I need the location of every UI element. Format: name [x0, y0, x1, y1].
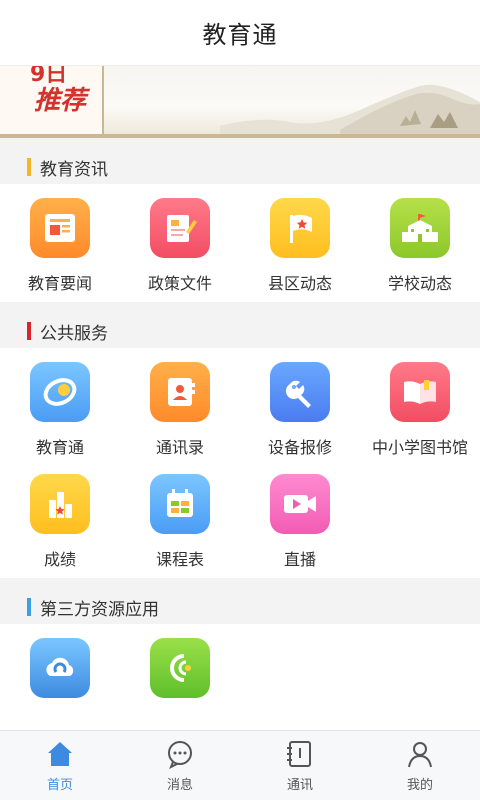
menu-item-label: 中小学图书馆 [371, 438, 468, 457]
video-camera-icon [270, 474, 330, 534]
section-title: 公共服务 [40, 323, 108, 344]
menu-item-label: 县区动态 [267, 274, 332, 293]
mountain-landscape-illustration [220, 84, 480, 134]
badge-text: 推荐 [34, 86, 87, 116]
menu-item-label: 学校动态 [387, 274, 452, 293]
menu-item-label: 直播 [283, 550, 316, 569]
section-title: 第三方资源应用 [40, 599, 159, 620]
cloud-app-icon [30, 638, 90, 698]
tab-label: 通讯 [286, 778, 313, 793]
message-icon [168, 741, 192, 769]
page-title: 教育通 [202, 21, 278, 49]
recommend-banner[interactable]: 9日 推荐 [0, 66, 480, 138]
menu-item-live[interactable]: 直播 [240, 466, 360, 578]
menu-item-green-app[interactable] [120, 630, 240, 742]
tab-home[interactable]: 首页 [0, 731, 120, 800]
menu-item-label: 通讯录 [155, 438, 204, 457]
bottom-tab-bar: 首页 消息 通讯 我的 [0, 730, 480, 800]
menu-item-county-updates[interactable]: 县区动态 [240, 190, 360, 302]
section-header-public-services: 公共服务 [0, 314, 480, 348]
section-accent-bar [27, 598, 31, 616]
school-building-icon [390, 198, 450, 258]
document-pen-icon [150, 198, 210, 258]
menu-item-school-updates[interactable]: 学校动态 [360, 190, 480, 302]
menu-item-label: 课程表 [155, 550, 204, 569]
calendar-grid-icon [150, 474, 210, 534]
menu-item-equipment-repair[interactable]: 设备报修 [240, 354, 360, 466]
newspaper-icon [30, 198, 90, 258]
section-gap [0, 302, 480, 314]
section-header-news: 教育资讯 [0, 150, 480, 184]
menu-item-education-news[interactable]: 教育要闻 [0, 190, 120, 302]
menu-item-timetable[interactable]: 课程表 [120, 466, 240, 578]
services-grid: 教育通 通讯录 设备报修 中小学图书馆 成绩 课程表 直播 [0, 348, 480, 578]
section-gap [0, 138, 480, 150]
tab-label: 我的 [406, 778, 433, 793]
menu-item-label: 政策文件 [147, 274, 212, 293]
open-book-icon [390, 362, 450, 422]
menu-item-label: 教育要闻 [27, 274, 92, 293]
menu-item-label: 设备报修 [267, 438, 332, 457]
tab-contacts[interactable]: 通讯 [240, 731, 360, 800]
app-header: 教育通 [0, 0, 480, 66]
address-book-icon [287, 741, 311, 767]
tab-label: 首页 [46, 778, 73, 793]
tab-label: 消息 [166, 778, 193, 793]
contacts-book-icon [150, 362, 210, 422]
home-icon [48, 742, 72, 766]
section-gap [0, 578, 480, 590]
news-grid: 教育要闻 政策文件 县区动态 学校动态 [0, 184, 480, 302]
section-accent-bar [27, 322, 31, 340]
section-accent-bar [27, 158, 31, 176]
tab-profile[interactable]: 我的 [360, 731, 480, 800]
section-title: 教育资讯 [40, 159, 108, 180]
user-icon [408, 742, 432, 768]
flag-star-icon [270, 198, 330, 258]
menu-item-cloud-app[interactable] [0, 630, 120, 742]
wrench-icon [270, 362, 330, 422]
third-party-grid [0, 624, 480, 742]
menu-item-school-library[interactable]: 中小学图书馆 [360, 354, 480, 466]
recommend-badge: 9日 推荐 [0, 66, 104, 134]
menu-item-contacts[interactable]: 通讯录 [120, 354, 240, 466]
menu-item-policy-documents[interactable]: 政策文件 [120, 190, 240, 302]
menu-item-label: 教育通 [35, 438, 84, 457]
menu-item-label: 成绩 [43, 550, 76, 569]
score-chart-icon [30, 474, 90, 534]
green-app-icon [150, 638, 210, 698]
tab-messages[interactable]: 消息 [120, 731, 240, 800]
section-header-third-party: 第三方资源应用 [0, 590, 480, 624]
education-app-icon [30, 362, 90, 422]
menu-item-education-app[interactable]: 教育通 [0, 354, 120, 466]
menu-item-scores[interactable]: 成绩 [0, 466, 120, 578]
